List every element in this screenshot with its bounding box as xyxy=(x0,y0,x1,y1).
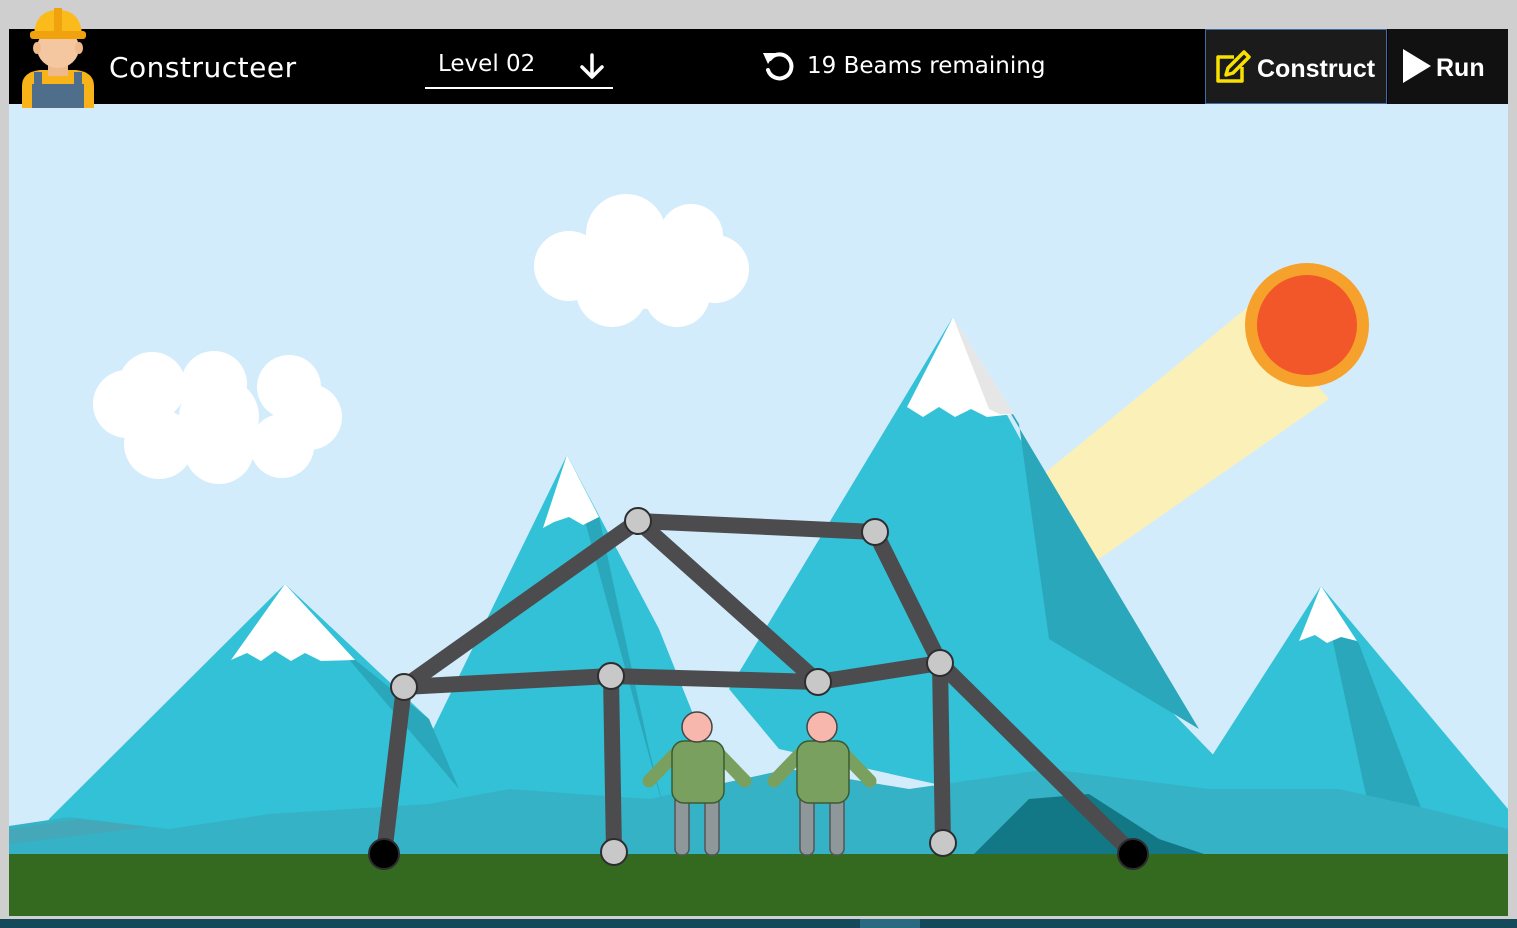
game-canvas[interactable] xyxy=(9,29,1508,916)
ground xyxy=(9,854,1508,916)
top-bar: Constructeer Level 02 19 Beams remaining… xyxy=(9,29,1508,104)
joint xyxy=(861,518,889,546)
joint xyxy=(600,838,628,866)
game-window: Constructeer Level 02 19 Beams remaining… xyxy=(9,29,1508,916)
bottom-strip xyxy=(0,919,1517,928)
cloud xyxy=(93,351,342,484)
joint xyxy=(624,507,652,535)
construct-label: Construct xyxy=(1257,55,1376,83)
beam xyxy=(603,668,622,860)
joint xyxy=(929,829,957,857)
run-label: Run xyxy=(1436,54,1485,82)
anchor-joint xyxy=(368,838,400,870)
joint xyxy=(597,662,625,690)
edit-icon xyxy=(1216,50,1251,83)
run-button[interactable]: Run xyxy=(1388,29,1508,104)
beams-remaining-text: 19 Beams remaining xyxy=(807,53,1046,79)
construct-button[interactable]: Construct xyxy=(1205,29,1387,104)
joint xyxy=(926,649,954,677)
arrow-down-icon xyxy=(580,53,604,79)
beam xyxy=(630,513,883,540)
level-select-label: Level 02 xyxy=(438,51,536,77)
app-title: Constructeer xyxy=(109,51,297,84)
beam xyxy=(932,655,951,851)
beam xyxy=(396,668,619,695)
worker-avatar xyxy=(22,8,94,108)
cloud xyxy=(534,194,749,327)
beam xyxy=(603,668,826,690)
reset-icon[interactable] xyxy=(761,49,797,85)
level-select[interactable]: Level 02 xyxy=(425,49,613,89)
joint xyxy=(390,673,418,701)
joint xyxy=(804,668,832,696)
play-icon xyxy=(1403,49,1431,83)
anchor-joint xyxy=(1117,838,1149,870)
